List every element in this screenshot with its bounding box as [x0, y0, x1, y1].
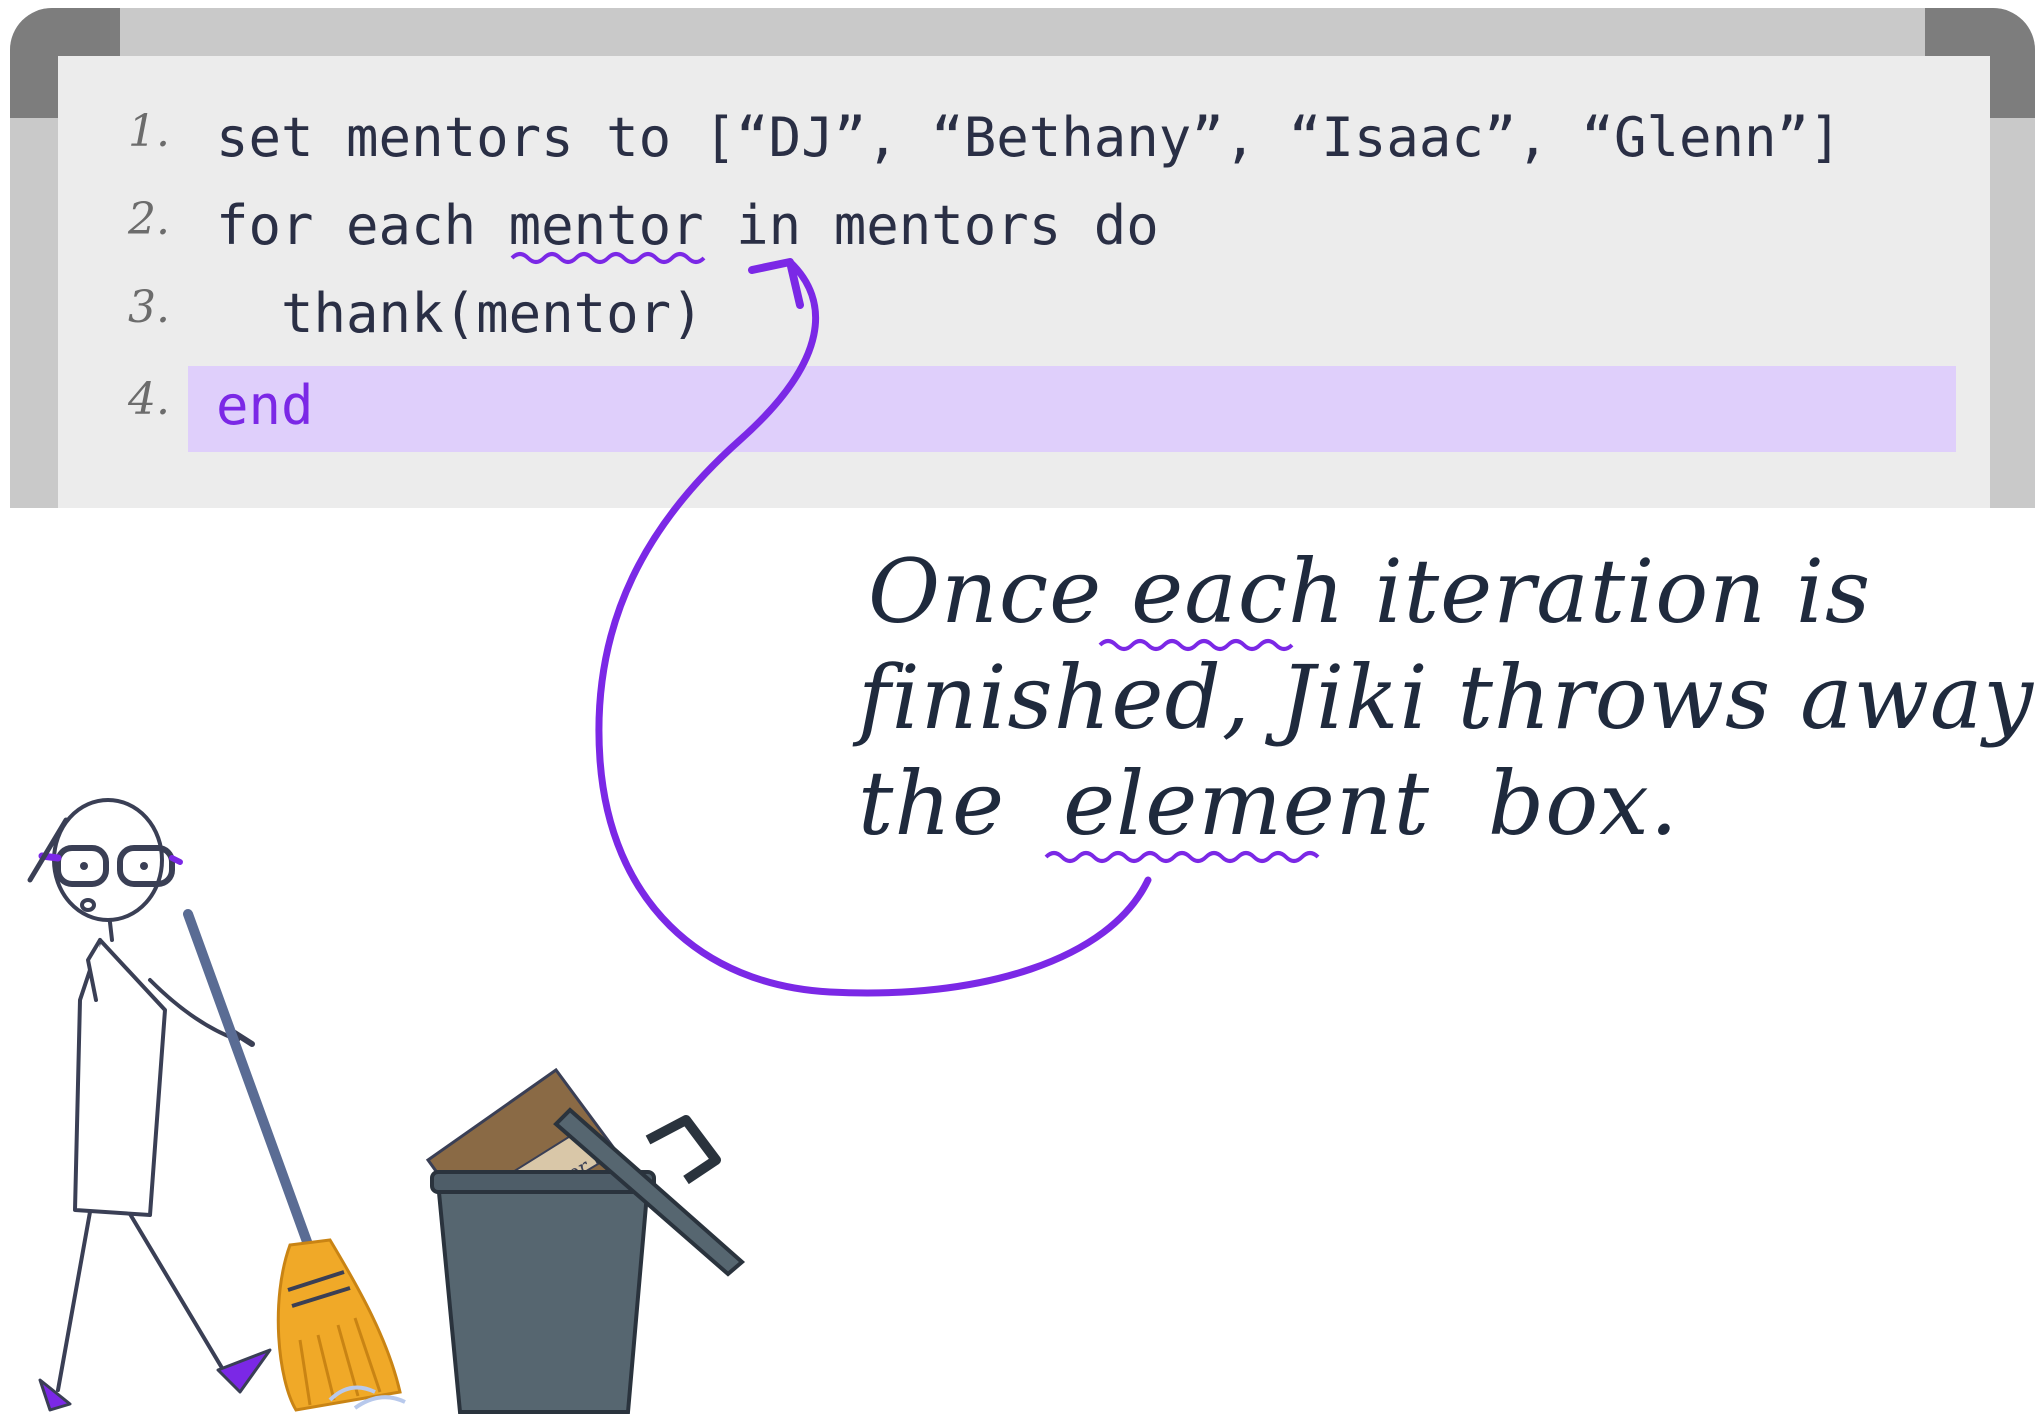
- element-squiggle-icon: [1044, 851, 1320, 863]
- broom-icon: [183, 909, 406, 1412]
- each-squiggle-icon: [1098, 639, 1294, 651]
- illustration-layer: mentor: [27, 252, 1320, 1414]
- mentor-squiggle-icon: [510, 252, 706, 264]
- curved-arrow-icon: [595, 258, 1152, 997]
- jiki-character-sweeping-icon: [27, 798, 272, 1412]
